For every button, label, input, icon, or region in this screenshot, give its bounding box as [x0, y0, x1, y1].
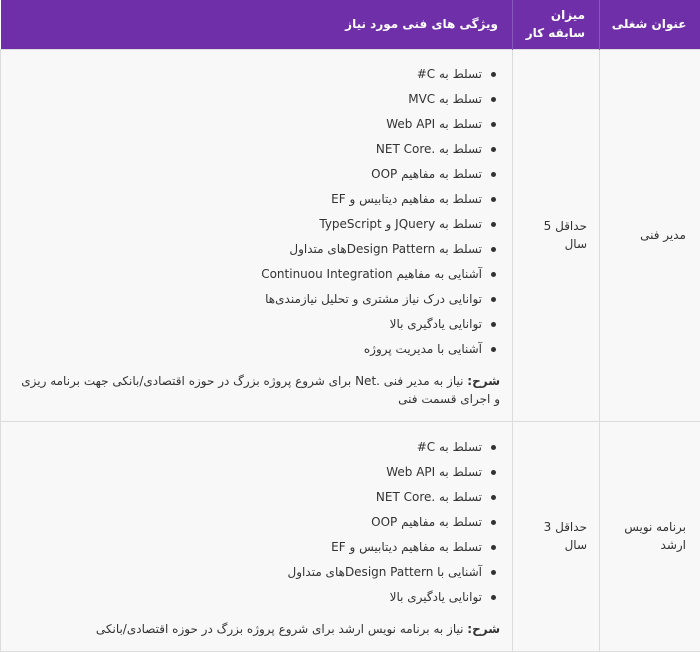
list-item: تسلط به .NET Core: [13, 137, 500, 162]
list-item: آشنایی با مدیریت پروژه: [13, 337, 500, 362]
list-item: تسلط به C#: [13, 435, 500, 460]
description-label: شرح:: [467, 374, 500, 388]
list-item: تسلط به .NET Core: [13, 485, 500, 510]
job-title-cell: برنامه نویس ارشد: [599, 420, 700, 652]
list-item: توانایی درک نیاز مشتری و تحلیل نیازمندی‌…: [13, 287, 500, 312]
description-text: نیاز به برنامه نویس ارشد برای شروع پروژه…: [95, 621, 468, 636]
description-label: شرح:: [467, 621, 500, 636]
list-item: تسلط به MVC: [13, 87, 500, 112]
list-item: آشنایی با Design Patternهای متداول: [13, 560, 500, 585]
list-item: تسلط به Design Patternهای متداول: [13, 237, 500, 262]
table-row: برنامه نویس ارشد حداقل 3 سال تسلط به C# …: [0, 420, 700, 652]
skills-list: تسلط به C# تسلط به MVC تسلط به Web API ت…: [13, 62, 500, 362]
job-requirements-table: عنوان شغلی میزان سابقه کار ویژگی های فنی…: [0, 0, 700, 652]
job-title-cell: مدیر فنی: [599, 48, 700, 422]
job-description: شرح: نیاز به برنامه نویس ارشد برای شروع …: [13, 620, 500, 638]
list-item: تسلط به مفاهیم OOP: [13, 510, 500, 535]
header-job-title: عنوان شغلی: [599, 0, 700, 49]
skills-cell: تسلط به C# تسلط به MVC تسلط به Web API ت…: [0, 48, 513, 422]
list-item: تسلط به مفاهیم دیتابیس و EF: [13, 187, 500, 212]
table-row: مدیر فنی حداقل 5 سال تسلط به C# تسلط به …: [0, 48, 700, 422]
table-header-row: عنوان شغلی میزان سابقه کار ویژگی های فنی…: [0, 0, 700, 49]
list-item: تسلط به مفاهیم دیتابیس و EF: [13, 535, 500, 560]
job-description: شرح: نیاز به مدیر فنی .Net برای شروع پرو…: [13, 372, 500, 408]
list-item: تسلط به Web API: [13, 460, 500, 485]
list-item: تسلط به مفاهیم OOP: [13, 162, 500, 187]
skills-cell: تسلط به C# تسلط به Web API تسلط به .NET …: [0, 420, 513, 652]
skills-list: تسلط به C# تسلط به Web API تسلط به .NET …: [13, 435, 500, 610]
experience-cell: حداقل 3 سال: [512, 420, 600, 652]
header-experience: میزان سابقه کار: [512, 0, 600, 49]
list-item: تسلط به Web API: [13, 112, 500, 137]
list-item: آشنایی به مفاهیم Continuou Integration: [13, 262, 500, 287]
list-item: توانایی یادگیری بالا: [13, 585, 500, 610]
description-text: نیاز به مدیر فنی .Net برای شروع پروژه بز…: [21, 374, 500, 406]
header-skills: ویژگی های فنی مورد نیاز: [0, 0, 513, 49]
list-item: توانایی یادگیری بالا: [13, 312, 500, 337]
list-item: تسلط به C#: [13, 62, 500, 87]
list-item: تسلط به JQuery و TypeScript: [13, 212, 500, 237]
experience-cell: حداقل 5 سال: [512, 48, 600, 422]
